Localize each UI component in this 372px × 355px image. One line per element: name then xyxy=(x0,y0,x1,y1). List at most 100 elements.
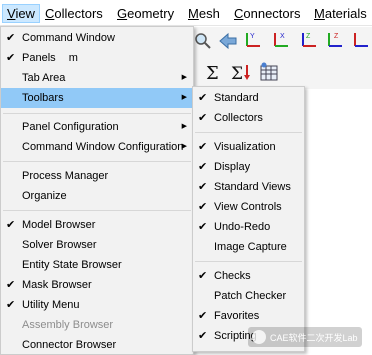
toolbar-item-undo-redo[interactable]: ✔ Undo-Redo xyxy=(193,217,304,237)
axis-view-icon[interactable]: Z xyxy=(324,29,346,51)
check-icon: ✔ xyxy=(198,221,208,233)
view-menu: ✔ Command Window ✔ Panels m Tab Area ▶ T… xyxy=(0,26,194,355)
sum-down-icon[interactable]: Σ xyxy=(230,61,252,83)
menu-collectors[interactable]: Collectors xyxy=(41,4,107,23)
menu-item-connector-browser[interactable]: Connector Browser xyxy=(1,335,193,355)
menu-item-panel-configuration[interactable]: Panel Configuration ▶ xyxy=(1,117,193,137)
axis-view-icon[interactable]: Z xyxy=(298,29,320,51)
zoom-icon[interactable] xyxy=(192,30,214,52)
check-icon: ✔ xyxy=(198,112,208,124)
menu-item-label: Collectors xyxy=(214,112,263,124)
sum-icon[interactable]: Σ xyxy=(203,61,225,83)
menu-item-label: Panel Configuration xyxy=(22,121,119,133)
submenu-arrow-icon: ▶ xyxy=(181,123,187,130)
menu-connectors[interactable]: Connectors xyxy=(230,4,304,23)
toolbar-item-view-controls[interactable]: ✔ View Controls xyxy=(193,197,304,217)
submenu-arrow-icon: ▶ xyxy=(181,94,187,101)
menu-separator xyxy=(3,113,191,114)
svg-text:Σ: Σ xyxy=(206,63,219,83)
menu-item-label: Visualization xyxy=(214,141,276,153)
menu-item-label: Model Browser xyxy=(22,219,96,231)
menu-item-label: Process Manager xyxy=(22,170,109,182)
menu-geometry[interactable]: Geometry xyxy=(113,4,178,23)
toolbar-item-patch-checker[interactable]: Patch Checker xyxy=(193,286,304,306)
watermark-text: CAE软件二次开发Lab xyxy=(270,332,358,343)
menu-item-label: Command Window Configuration xyxy=(22,141,184,153)
menu-item-assembly-browser: Assembly Browser xyxy=(1,315,193,335)
toolbar-item-standard[interactable]: ✔ Standard xyxy=(193,88,304,108)
menu-item-label: Patch Checker xyxy=(214,290,287,302)
svg-text:Z: Z xyxy=(306,33,311,40)
menu-item-label: Tab Area xyxy=(22,72,66,84)
menubar: View Collectors Geometry Mesh Connectors… xyxy=(0,0,372,26)
menu-view[interactable]: View xyxy=(2,4,40,23)
menu-item-label: View Controls xyxy=(214,201,282,213)
check-icon: ✔ xyxy=(6,32,16,44)
check-icon: ✔ xyxy=(198,92,208,104)
menu-item-process-manager[interactable]: Process Manager xyxy=(1,166,193,186)
toolbar-item-checks[interactable]: ✔ Checks xyxy=(193,266,304,286)
svg-text:Y: Y xyxy=(250,33,255,40)
menu-item-panels[interactable]: ✔ Panels m xyxy=(1,48,193,68)
check-icon: ✔ xyxy=(198,181,208,193)
menu-item-label: Toolbars xyxy=(22,92,64,104)
svg-text:Σ: Σ xyxy=(231,64,243,83)
toolbar-item-display[interactable]: ✔ Display xyxy=(193,157,304,177)
menu-item-label: Panels xyxy=(22,52,56,64)
toolbars-submenu: ✔ Standard ✔ Collectors ✔ Visualization … xyxy=(192,86,305,352)
check-icon: ✔ xyxy=(6,52,16,64)
axis-view-icon[interactable] xyxy=(350,29,372,51)
toolbar-item-visualization[interactable]: ✔ Visualization xyxy=(193,137,304,157)
menu-item-label: Command Window xyxy=(22,32,115,44)
menu-item-label: Mask Browser xyxy=(22,279,92,291)
axis-view-icon[interactable]: X xyxy=(270,29,292,51)
check-icon: ✔ xyxy=(6,219,16,231)
back-arrow-icon[interactable] xyxy=(217,30,239,52)
menu-item-label: Entity State Browser xyxy=(22,259,122,271)
check-icon: ✔ xyxy=(198,141,208,153)
menu-item-command-window-configuration[interactable]: Command Window Configuration ▶ xyxy=(1,137,193,157)
menu-materials[interactable]: Materials xyxy=(310,4,371,23)
toolbar-area: Y X Z Z Σ Σ xyxy=(190,27,372,89)
toolbar-item-favorites[interactable]: ✔ Favorites xyxy=(193,306,304,326)
table-icon[interactable] xyxy=(258,61,280,83)
menu-separator xyxy=(3,161,191,162)
menu-item-toolbars[interactable]: Toolbars ▶ xyxy=(1,88,193,108)
menu-separator xyxy=(3,210,191,211)
toolbar-item-collectors[interactable]: ✔ Collectors xyxy=(193,108,304,128)
menu-item-label: Solver Browser xyxy=(22,239,97,251)
menu-item-label: Utility Menu xyxy=(22,299,80,311)
menu-item-label: Organize xyxy=(22,190,67,202)
menu-item-organize[interactable]: Organize xyxy=(1,186,193,206)
menu-item-utility-menu[interactable]: ✔ Utility Menu xyxy=(1,295,193,315)
check-icon: ✔ xyxy=(198,161,208,173)
svg-text:X: X xyxy=(280,33,285,40)
menu-separator xyxy=(195,132,302,133)
menu-item-command-window[interactable]: ✔ Command Window xyxy=(1,28,193,48)
check-icon: ✔ xyxy=(198,270,208,282)
check-icon: ✔ xyxy=(198,330,208,342)
menu-item-tab-area[interactable]: Tab Area ▶ xyxy=(1,68,193,88)
menu-item-mask-browser[interactable]: ✔ Mask Browser xyxy=(1,275,193,295)
menu-item-solver-browser[interactable]: Solver Browser xyxy=(1,235,193,255)
menu-item-label: Standard xyxy=(214,92,259,104)
shortcut-key: m xyxy=(68,52,78,64)
check-icon: ✔ xyxy=(198,201,208,213)
menu-item-label: Connector Browser xyxy=(22,339,117,351)
submenu-arrow-icon: ▶ xyxy=(181,74,187,81)
axis-view-icon[interactable]: Y xyxy=(242,29,264,51)
menu-item-entity-state-browser[interactable]: Entity State Browser xyxy=(1,255,193,275)
menu-separator xyxy=(195,261,302,262)
menu-item-label: Display xyxy=(214,161,251,173)
menu-item-model-browser[interactable]: ✔ Model Browser xyxy=(1,215,193,235)
menu-item-label: Image Capture xyxy=(214,241,287,253)
menu-mesh[interactable]: Mesh xyxy=(184,4,224,23)
menu-item-label: Assembly Browser xyxy=(22,319,114,331)
toolbar-item-standard-views[interactable]: ✔ Standard Views xyxy=(193,177,304,197)
menu-item-label: Standard Views xyxy=(214,181,291,193)
check-icon: ✔ xyxy=(198,310,208,322)
svg-text:Z: Z xyxy=(334,33,339,40)
watermark: CAE软件二次开发Lab xyxy=(248,327,362,347)
toolbar-item-image-capture[interactable]: Image Capture xyxy=(193,237,304,257)
check-icon: ✔ xyxy=(6,279,16,291)
